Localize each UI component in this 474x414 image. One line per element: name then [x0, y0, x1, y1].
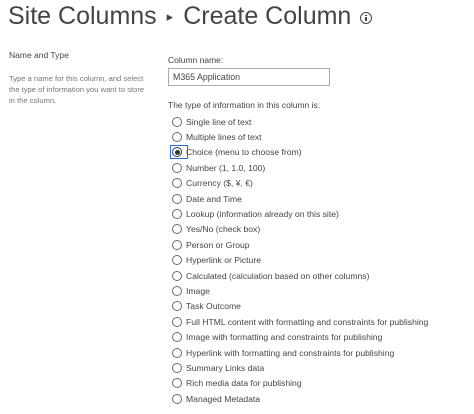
radio-focus-wrapper: [172, 116, 186, 127]
radio-focus-wrapper: [172, 239, 186, 250]
radio-button[interactable]: [172, 393, 182, 404]
column-type-option-label: Date and Time: [186, 193, 242, 204]
radio-button[interactable]: [172, 132, 182, 143]
column-type-option[interactable]: Single line of text: [172, 114, 468, 129]
section-description: Type a name for this column, and select …: [9, 74, 145, 105]
column-type-radio-group: Single line of text Multiple lines of tex…: [170, 114, 468, 406]
radio-focus-wrapper: [172, 178, 186, 189]
column-type-option-label: Task Outcome: [186, 301, 241, 312]
breadcrumb-separator-icon: ▸: [166, 9, 174, 24]
radio-button[interactable]: [172, 347, 182, 358]
column-type-prompt: The type of information in this column i…: [168, 100, 321, 110]
column-type-option[interactable]: Calculated (calculation based on other c…: [172, 268, 468, 283]
column-type-option[interactable]: Number (1, 1.0, 100): [172, 160, 468, 175]
info-icon[interactable]: [360, 12, 373, 24]
radio-button[interactable]: [172, 224, 182, 235]
column-type-option[interactable]: Multiple lines of text: [172, 129, 468, 144]
radio-focus-wrapper: [172, 301, 186, 312]
column-type-option[interactable]: Person or Group: [172, 237, 468, 252]
radio-focus-wrapper: [172, 209, 186, 220]
column-type-option[interactable]: Hyperlink with formatting and constraint…: [172, 345, 468, 360]
column-type-option-label: Number (1, 1.0, 100): [186, 162, 266, 173]
column-type-option-label: Full HTML content with formatting and co…: [186, 316, 429, 327]
column-name-input[interactable]: [168, 68, 330, 86]
column-type-option[interactable]: Full HTML content with formatting and co…: [172, 314, 468, 329]
radio-focus-wrapper: [172, 393, 186, 404]
radio-focus-wrapper: [172, 316, 186, 327]
column-type-option-label: Hyperlink or Picture: [186, 255, 261, 266]
column-type-option[interactable]: Lookup (information already on this site…: [172, 206, 468, 221]
column-type-option[interactable]: Date and Time: [172, 191, 468, 206]
radio-focus-wrapper: [172, 332, 186, 343]
radio-focus-wrapper: [172, 132, 186, 143]
radio-button[interactable]: [172, 178, 182, 189]
column-type-option-label: Hyperlink with formatting and constraint…: [186, 347, 395, 358]
column-type-option-label: Image with formatting and constraints fo…: [186, 332, 383, 343]
column-type-option-label: Yes/No (check box): [186, 224, 261, 235]
breadcrumb-site-columns[interactable]: Site Columns: [8, 2, 157, 31]
column-type-option-label: Choice (menu to choose from): [186, 147, 302, 158]
create-column-page: Site Columns ▸ Create Column Name and Ty…: [0, 0, 474, 414]
radio-focus-wrapper: [172, 193, 186, 204]
radio-button[interactable]: [172, 116, 182, 127]
radio-button-checked[interactable]: [172, 147, 182, 158]
radio-focus-wrapper: [172, 270, 186, 281]
radio-focus-wrapper: [170, 145, 188, 160]
column-type-option[interactable]: Hyperlink or Picture: [172, 253, 468, 268]
column-type-option[interactable]: Rich media data for publishing: [172, 376, 468, 391]
radio-button[interactable]: [172, 378, 182, 389]
radio-button[interactable]: [172, 285, 182, 296]
column-type-option[interactable]: Currency ($, ¥, €): [172, 176, 468, 191]
name-and-type-fields: Column name: The type of information in …: [168, 55, 468, 406]
column-type-option[interactable]: Yes/No (check box): [172, 222, 468, 237]
column-type-option-label: Person or Group: [186, 239, 250, 250]
radio-button[interactable]: [172, 162, 182, 173]
radio-button[interactable]: [172, 316, 182, 327]
radio-button[interactable]: [172, 239, 182, 250]
radio-focus-wrapper: [172, 362, 186, 373]
column-type-option-label: Summary Links data: [186, 362, 265, 373]
radio-button[interactable]: [172, 270, 182, 281]
column-name-label: Column name:: [168, 55, 224, 65]
column-type-option[interactable]: Task Outcome: [172, 299, 468, 314]
radio-focus-wrapper: [172, 255, 186, 266]
column-type-option[interactable]: Managed Metadata: [172, 391, 468, 406]
page-title: Create Column: [183, 1, 352, 30]
column-type-option-label: Single line of text: [186, 116, 252, 127]
page-header: Site Columns ▸ Create Column: [8, 0, 373, 32]
column-type-option[interactable]: Image: [172, 283, 468, 298]
radio-focus-wrapper: [172, 224, 186, 235]
name-and-type-section-info: Name and Type Type a name for this colum…: [9, 50, 149, 106]
column-type-option[interactable]: Choice (menu to choose from): [170, 145, 468, 160]
section-title: Name and Type: [9, 50, 69, 60]
column-type-option-label: Calculated (calculation based on other c…: [186, 270, 370, 281]
radio-button[interactable]: [172, 193, 182, 204]
column-type-option-label: Currency ($, ¥, €): [186, 178, 253, 189]
column-type-option-label: Managed Metadata: [186, 393, 261, 404]
radio-button[interactable]: [172, 332, 182, 343]
radio-button[interactable]: [172, 209, 182, 220]
radio-button[interactable]: [172, 362, 182, 373]
column-type-option-label: Rich media data for publishing: [186, 378, 302, 389]
column-type-option-label: Lookup (information already on this site…: [186, 209, 339, 220]
radio-button[interactable]: [172, 301, 182, 312]
column-type-option[interactable]: Summary Links data: [172, 360, 468, 375]
column-type-option-label: Image: [186, 285, 210, 296]
radio-focus-wrapper: [172, 378, 186, 389]
radio-focus-wrapper: [172, 162, 186, 173]
radio-focus-wrapper: [172, 347, 186, 358]
radio-button[interactable]: [172, 255, 182, 266]
column-type-option-label: Multiple lines of text: [186, 132, 262, 143]
column-type-option[interactable]: Image with formatting and constraints fo…: [172, 329, 468, 344]
radio-focus-wrapper: [172, 285, 186, 296]
